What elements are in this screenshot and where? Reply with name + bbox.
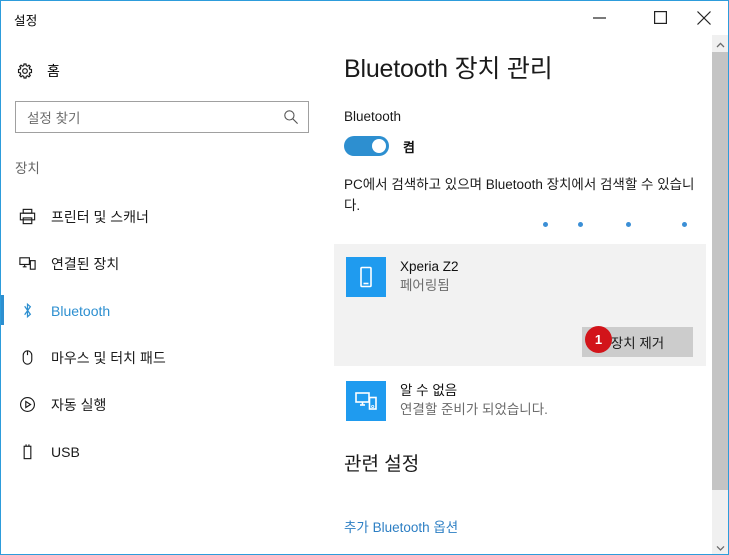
progress-dot	[578, 222, 583, 227]
sidebar: 홈 설정 찾기 장치 프린터 및 스캐너 연결된 장치 Bluetooth 마우…	[1, 35, 329, 554]
sidebar-item-label: 마우스 및 터치 패드	[51, 349, 166, 366]
sidebar-item-autoplay[interactable]: 자동 실행	[1, 381, 329, 428]
selection-indicator	[1, 342, 4, 372]
window-title: 설정	[14, 14, 38, 28]
selection-indicator	[1, 389, 4, 419]
search-input[interactable]: 설정 찾기	[15, 101, 309, 133]
sidebar-item-mouse-touchpad[interactable]: 마우스 및 터치 패드	[1, 334, 329, 381]
sidebar-item-connected-devices[interactable]: 연결된 장치	[1, 240, 329, 287]
minimize-icon	[592, 12, 606, 23]
sidebar-item-printers[interactable]: 프린터 및 스캐너	[1, 193, 329, 240]
progress-dot	[543, 222, 548, 227]
related-settings-title: 관련 설정	[344, 454, 420, 475]
device-status: 페어링됨	[400, 278, 450, 293]
sidebar-item-label: USB	[51, 443, 80, 460]
gear-icon	[14, 62, 36, 80]
device-text-block: 알 수 없음 연결할 준비가 되었습니다.	[400, 381, 548, 421]
phone-icon	[346, 257, 386, 297]
sidebar-home-label: 홈	[47, 63, 60, 79]
progress-dot	[626, 222, 631, 227]
bluetooth-description: PC에서 검색하고 있으며 Bluetooth 장치에서 검색할 수 있습니다.	[344, 177, 695, 213]
bluetooth-label: Bluetooth	[344, 109, 402, 124]
device-text-block: Xperia Z2 페어링됨	[400, 257, 459, 297]
sidebar-item-label: 프린터 및 스캐너	[51, 208, 149, 225]
device-info: 알 수 없음 연결할 준비가 되었습니다.	[346, 381, 548, 421]
sidebar-item-label: Bluetooth	[51, 302, 111, 319]
bluetooth-toggle-row: 켬	[344, 136, 415, 156]
chevron-down-icon	[716, 538, 725, 555]
sidebar-section-header: 장치	[15, 161, 40, 176]
progress-dot	[682, 222, 687, 227]
selection-indicator	[1, 295, 4, 325]
scrollbar-thumb[interactable]	[712, 52, 728, 490]
close-button[interactable]	[681, 1, 727, 34]
page-title: Bluetooth 장치 관리	[344, 55, 553, 83]
related-link-bluetooth-options[interactable]: 추가 Bluetooth 옵션	[344, 516, 458, 536]
device-list-item[interactable]: 알 수 없음 연결할 준비가 되었습니다.	[334, 368, 706, 438]
scroll-down-button[interactable]	[712, 538, 728, 555]
printer-icon	[15, 207, 39, 226]
selection-indicator	[1, 248, 4, 278]
toggle-knob	[372, 139, 386, 153]
maximize-button[interactable]	[637, 1, 683, 34]
device-list-item-selected[interactable]: Xperia Z2 페어링됨 장치 제거 1	[334, 244, 706, 366]
selection-indicator	[1, 436, 4, 466]
sidebar-item-label: 연결된 장치	[51, 255, 120, 272]
progress-dots	[534, 222, 694, 230]
mouse-icon	[15, 348, 39, 367]
connected-devices-icon	[15, 254, 39, 273]
scroll-up-button[interactable]	[712, 35, 728, 52]
title-bar: 설정	[1, 1, 728, 35]
selection-indicator	[1, 201, 4, 231]
chevron-up-icon	[716, 35, 725, 53]
vertical-scrollbar[interactable]	[712, 35, 728, 555]
close-icon	[697, 10, 711, 25]
sidebar-item-bluetooth[interactable]: Bluetooth	[1, 287, 329, 334]
step-badge-1: 1	[585, 326, 612, 353]
sidebar-item-usb[interactable]: USB	[1, 428, 329, 475]
autoplay-icon	[15, 395, 39, 414]
device-status: 연결할 준비가 되었습니다.	[400, 402, 548, 417]
sidebar-item-home[interactable]: 홈	[1, 53, 329, 89]
search-placeholder: 설정 찾기	[27, 111, 81, 126]
toggle-state-label: 켬	[403, 139, 415, 155]
bluetooth-toggle[interactable]	[344, 136, 389, 156]
device-info: Xperia Z2 페어링됨	[346, 257, 459, 297]
search-icon[interactable]	[283, 109, 299, 125]
device-name: 알 수 없음	[400, 383, 458, 398]
usb-icon	[15, 442, 39, 461]
sidebar-item-label: 자동 실행	[51, 396, 107, 413]
content-pane: Bluetooth 장치 관리 Bluetooth 켬 PC에서 검색하고 있으…	[329, 35, 712, 554]
maximize-icon	[653, 11, 667, 24]
device-name: Xperia Z2	[400, 259, 459, 274]
bluetooth-icon	[15, 301, 39, 320]
settings-window: 설정 홈 설정 찾기 장치 프린터 및 스캐너 연결된 장치 Bluetooth…	[0, 0, 729, 555]
connected-devices-icon	[346, 381, 386, 421]
sidebar-nav-list: 프린터 및 스캐너 연결된 장치 Bluetooth 마우스 및 터치 패드 자…	[1, 193, 329, 475]
minimize-button[interactable]	[576, 1, 622, 34]
